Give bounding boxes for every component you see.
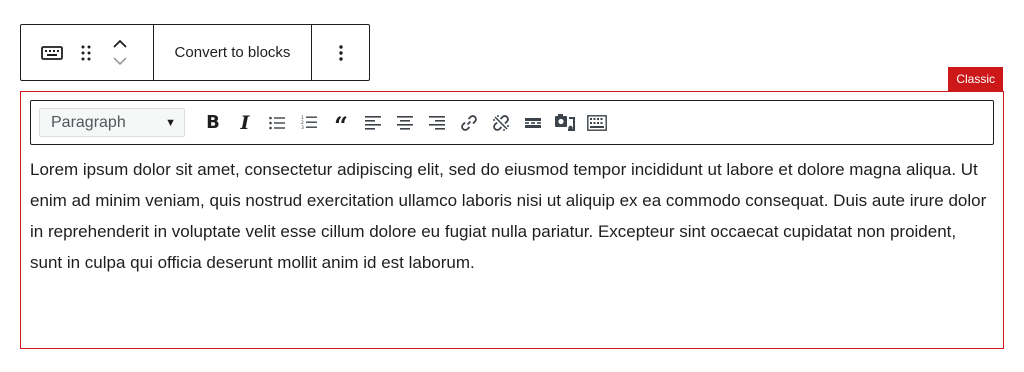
dropdown-caret-icon: ▼ — [165, 116, 176, 129]
more-options-button[interactable] — [311, 25, 369, 80]
unlink-icon[interactable] — [485, 107, 517, 139]
align-left-icon[interactable] — [357, 107, 389, 139]
blockquote-icon[interactable]: “ — [325, 107, 357, 139]
content-paragraph: Lorem ipsum dolor sit amet, consectetur … — [30, 160, 987, 272]
convert-to-blocks-label: Convert to blocks — [174, 44, 291, 61]
toolbar-toggle-icon[interactable] — [581, 107, 613, 139]
block-toolbar: Convert to blocks — [20, 24, 370, 81]
classic-editor-block[interactable]: Paragraph ▼ B I 1 2 3 “ Lorem ipsum dolo… — [20, 91, 1004, 349]
bullet-list-icon[interactable] — [261, 107, 293, 139]
format-select[interactable]: Paragraph ▼ — [39, 108, 185, 137]
keyboard-icon[interactable] — [35, 36, 69, 70]
block-toolbar-left-group — [21, 25, 153, 80]
format-toolbar: Paragraph ▼ B I 1 2 3 “ — [30, 100, 994, 145]
svg-text:3: 3 — [301, 125, 304, 130]
bold-icon[interactable]: B — [197, 107, 229, 139]
align-right-icon[interactable] — [421, 107, 453, 139]
format-icons: B I 1 2 3 “ — [197, 107, 613, 139]
convert-to-blocks-button[interactable]: Convert to blocks — [153, 25, 311, 80]
link-icon[interactable] — [453, 107, 485, 139]
format-select-value: Paragraph — [51, 113, 126, 131]
move-up-icon[interactable] — [113, 35, 127, 53]
drag-handle-icon[interactable] — [69, 36, 103, 70]
more-vertical-icon — [338, 44, 343, 61]
move-buttons — [103, 33, 137, 73]
move-down-icon[interactable] — [113, 53, 127, 71]
block-type-label: Classic — [948, 67, 1003, 91]
numbered-list-icon[interactable]: 1 2 3 — [293, 107, 325, 139]
align-center-icon[interactable] — [389, 107, 421, 139]
editor-content[interactable]: Lorem ipsum dolor sit amet, consectetur … — [30, 154, 990, 278]
insert-media-icon[interactable] — [549, 107, 581, 139]
read-more-icon[interactable] — [517, 107, 549, 139]
italic-icon[interactable]: I — [229, 107, 261, 139]
